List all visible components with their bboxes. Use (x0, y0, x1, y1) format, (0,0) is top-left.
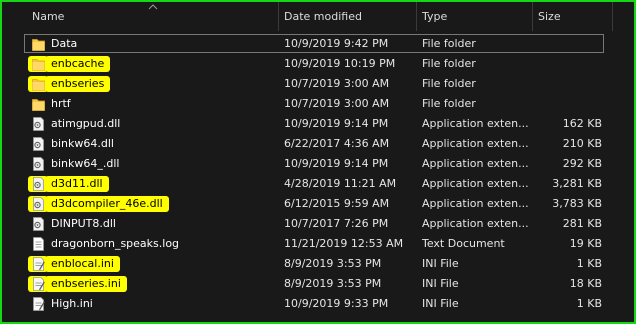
file-row[interactable]: atimgpud.dll 10/9/2019 9:14 PM Application… (2, 114, 634, 134)
file-date-modified: 10/9/2019 10:19 PM (284, 57, 396, 70)
column-header-type[interactable]: Type (416, 2, 532, 31)
file-size: 210 KB (562, 137, 602, 150)
file-size: 3,783 KB (552, 197, 602, 210)
file-date-modified: 10/7/2017 7:26 PM (284, 217, 389, 230)
file-type: Application exten... (422, 137, 529, 150)
file-size: 1 KB (576, 257, 602, 270)
file-row[interactable]: enblocal.ini 8/9/2019 3:53 PM INI File 1 KB (2, 254, 634, 274)
file-name[interactable]: binkw64.dll (51, 134, 114, 154)
file-name[interactable]: d3d11.dll (45, 174, 109, 194)
file-name[interactable]: atimgpud.dll (51, 114, 120, 134)
file-type: Application exten... (422, 117, 529, 130)
file-name-label: d3d11.dll (45, 176, 109, 192)
file-name-label: d3dcompiler_46e.dll (45, 196, 169, 212)
file-type: Text Document (422, 237, 505, 250)
file-type: Application exten... (422, 157, 529, 170)
file-date-modified: 11/21/2019 12:53 AM (284, 237, 404, 250)
file-name[interactable]: hrtf (51, 94, 71, 114)
file-size: 3,281 KB (552, 177, 602, 190)
file-type: INI File (422, 277, 459, 290)
file-size: 281 KB (562, 217, 602, 230)
file-name[interactable]: DINPUT8.dll (51, 214, 116, 234)
file-name[interactable]: d3dcompiler_46e.dll (45, 194, 169, 214)
file-name-label: enblocal.ini (45, 256, 120, 272)
file-date-modified: 8/9/2019 3:53 PM (284, 277, 382, 290)
file-name[interactable]: High.ini (51, 294, 93, 314)
file-name-label: DINPUT8.dll (51, 217, 116, 230)
file-row[interactable]: d3dcompiler_46e.dll 6/12/2015 9:59 AM Appl… (2, 194, 634, 214)
file-name-label: enbseries (45, 76, 111, 92)
file-type: Application exten... (422, 197, 529, 210)
file-name-label: Data (51, 37, 78, 50)
file-size: 1 KB (576, 297, 602, 310)
file-date-modified: 10/7/2019 3:00 AM (284, 97, 390, 110)
file-size (532, 74, 602, 94)
file-row[interactable]: High.ini 10/9/2019 9:33 PM INI File 1 KB (2, 294, 634, 314)
file-name-label: atimgpud.dll (51, 117, 121, 130)
file-size (532, 34, 602, 54)
column-header-size[interactable]: Size (532, 2, 612, 31)
file-row[interactable]: dragonborn_speaks.log 11/21/2019 12:53 AM… (2, 234, 634, 254)
file-date-modified: 4/28/2019 11:21 AM (284, 177, 397, 190)
file-date-modified: 10/9/2019 9:33 PM (284, 297, 389, 310)
column-header-bar: Name Date modified Type Size (2, 2, 634, 31)
file-name-label: binkw64.dll (51, 137, 114, 150)
file-name-label: dragonborn_speaks.log (51, 237, 180, 250)
column-divider[interactable] (612, 2, 613, 31)
file-size: 18 KB (569, 277, 602, 290)
file-list-pane: Name Date modified Type Size Data 10/9/20… (0, 0, 636, 324)
column-header-name[interactable]: Name (26, 2, 278, 31)
file-name-label: binkw64_.dll (51, 157, 120, 170)
file-date-modified: 6/22/2017 4:36 AM (284, 137, 390, 150)
file-type: Application exten... (422, 217, 529, 230)
file-name[interactable]: enbseries.ini (45, 274, 127, 294)
file-size (532, 94, 602, 114)
file-type: File folder (422, 97, 476, 110)
file-date-modified: 10/9/2019 9:14 PM (284, 157, 389, 170)
file-name[interactable]: dragonborn_speaks.log (51, 234, 179, 254)
file-date-modified: 6/12/2015 9:59 AM (284, 197, 390, 210)
file-date-modified: 10/7/2019 3:00 AM (284, 77, 390, 90)
file-name[interactable]: enbcache (45, 54, 111, 74)
file-row[interactable]: d3d11.dll 4/28/2019 11:21 AM Application e… (2, 174, 634, 194)
file-name[interactable]: Data (51, 34, 77, 54)
file-row[interactable]: binkw64_.dll 10/9/2019 9:14 PM Application… (2, 154, 634, 174)
file-type: INI File (422, 257, 459, 270)
file-date-modified: 10/9/2019 9:14 PM (284, 117, 389, 130)
file-date-modified: 8/9/2019 3:53 PM (284, 257, 382, 270)
file-name-label: enbcache (45, 56, 111, 72)
file-size (532, 54, 602, 74)
file-type: Application exten... (422, 177, 529, 190)
file-name-label: hrtf (51, 97, 71, 110)
file-row[interactable]: DINPUT8.dll 10/7/2017 7:26 PM Application … (2, 214, 634, 234)
file-name[interactable]: enbseries (45, 74, 111, 94)
file-list: Data 10/9/2019 9:42 PM File folder enbcache… (2, 34, 634, 314)
file-name[interactable]: enblocal.ini (45, 254, 120, 274)
file-type: INI File (422, 297, 459, 310)
file-size: 162 KB (562, 117, 602, 130)
file-row[interactable]: enbseries 10/7/2019 3:00 AM File folder (2, 74, 634, 94)
file-row[interactable]: enbcache 10/9/2019 10:19 PM File folder (2, 54, 634, 74)
file-row[interactable]: hrtf 10/7/2019 3:00 AM File folder (2, 94, 634, 114)
file-type: File folder (422, 57, 476, 70)
file-date-modified: 10/9/2019 9:42 PM (284, 37, 389, 50)
file-name-label: enbseries.ini (45, 276, 127, 292)
column-header-date-modified[interactable]: Date modified (278, 2, 416, 31)
file-row[interactable]: enbseries.ini 8/9/2019 3:53 PM INI File 18 … (2, 274, 634, 294)
file-size: 292 KB (562, 157, 602, 170)
file-row[interactable]: Data 10/9/2019 9:42 PM File folder (2, 34, 634, 54)
file-type: File folder (422, 37, 476, 50)
file-name[interactable]: binkw64_.dll (51, 154, 119, 174)
file-size: 19 KB (569, 237, 602, 250)
file-name-label: High.ini (51, 297, 93, 310)
file-type: File folder (422, 77, 476, 90)
file-row[interactable]: binkw64.dll 6/22/2017 4:36 AM Application … (2, 134, 634, 154)
